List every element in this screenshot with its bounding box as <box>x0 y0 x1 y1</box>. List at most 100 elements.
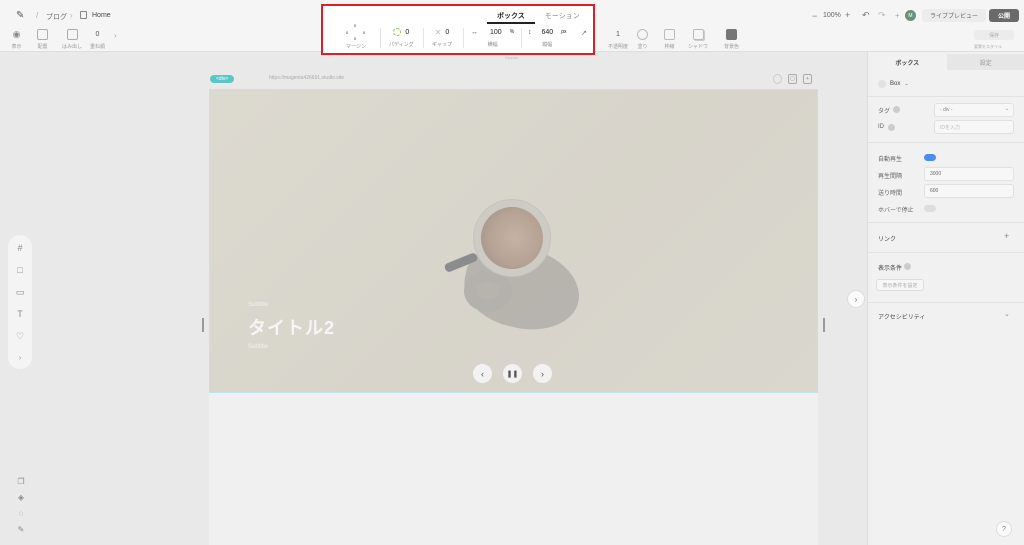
page-icon <box>80 11 87 19</box>
add-link-icon[interactable]: + <box>1004 231 1009 241</box>
shadow-label: シャドウ <box>688 44 709 50</box>
interval-input[interactable]: 3000 <box>924 167 1014 181</box>
background-color-control[interactable]: 背景色 <box>724 29 739 50</box>
add-page-icon[interactable]: + <box>803 74 812 84</box>
border-label: 枠線 <box>664 44 675 50</box>
chevron-right-icon[interactable]: › <box>14 351 26 365</box>
pen-icon[interactable]: ✎ <box>16 10 24 21</box>
height-unit[interactable]: px <box>561 29 566 35</box>
plus-icon[interactable]: + <box>895 11 900 20</box>
tab-settings[interactable]: 設定 <box>946 54 1024 70</box>
set-display-condition-button[interactable]: 表示条件を設定 <box>876 279 924 291</box>
frame-icon[interactable]: # <box>14 241 26 255</box>
border-icon <box>664 29 675 40</box>
pause-button[interactable]: ❚❚ <box>503 364 522 383</box>
layout-control[interactable]: 配置 <box>37 29 48 50</box>
shadow-control[interactable]: シャドウ <box>688 29 708 50</box>
tab-box[interactable]: ボックス <box>487 9 535 24</box>
z-index-control[interactable]: 0 重ね順 <box>90 29 105 50</box>
box-type-icon <box>878 80 886 88</box>
width-label: 横幅 <box>487 42 498 48</box>
height-control[interactable]: ↕ 640 px 縦幅 <box>528 26 566 49</box>
element-tag-badge[interactable]: <div> <box>210 75 235 83</box>
divider <box>868 222 1024 223</box>
zoom-out-icon[interactable]: − <box>812 11 817 21</box>
image-icon[interactable]: ▭ <box>14 285 26 299</box>
margin-right[interactable]: 0 <box>363 30 365 35</box>
id-input[interactable]: IDを入力 <box>934 120 1014 134</box>
element-type-selector[interactable]: Box ⌄ <box>878 80 909 88</box>
margin-control[interactable]: 0 0 0 0 マージン <box>345 23 367 50</box>
speed-input[interactable]: 600 <box>924 184 1014 198</box>
hover-stop-toggle[interactable] <box>924 205 936 212</box>
tab-motion[interactable]: モーション <box>535 9 590 24</box>
border-control[interactable]: 枠線 <box>664 29 675 50</box>
breadcrumb-blog[interactable]: ブログ <box>46 12 67 22</box>
padding-value[interactable]: 0 <box>405 29 409 36</box>
overflow-control[interactable]: はみ出し <box>62 29 82 50</box>
breadcrumb-home[interactable]: Home <box>92 12 111 19</box>
slide-subtitle-top[interactable]: Subtitle <box>248 302 268 308</box>
collapse-panel-button[interactable]: › <box>847 290 865 308</box>
help-button[interactable]: ? <box>996 521 1012 537</box>
comment-icon[interactable]: ◌ <box>16 508 27 519</box>
margin-left[interactable]: 0 <box>346 30 348 35</box>
vertical-arrows-icon: ↕ <box>528 28 532 36</box>
help-icon[interactable] <box>888 124 895 131</box>
color-swatch-icon <box>726 29 737 40</box>
prev-slide-button[interactable]: ‹ <box>473 364 492 383</box>
help-icon[interactable] <box>893 106 900 113</box>
chevron-down-icon[interactable]: ⌄ <box>1004 310 1010 318</box>
corner-radius-icon[interactable]: ↗ <box>581 29 587 37</box>
zoom-in-icon[interactable]: + <box>845 10 850 20</box>
padding-control[interactable]: 0 パディング <box>389 26 414 48</box>
heart-icon[interactable]: ♡ <box>14 329 26 343</box>
undo-icon[interactable]: ↶ <box>862 10 870 21</box>
pencil-icon[interactable]: ✎ <box>16 524 27 535</box>
slide-title[interactable]: タイトル2 <box>248 314 335 340</box>
publish-button[interactable]: 公開 <box>989 9 1019 22</box>
width-unit[interactable]: % <box>510 29 514 35</box>
live-preview-button[interactable]: ライブプレビュー <box>922 9 986 22</box>
resize-handle-right[interactable] <box>823 318 825 332</box>
accessibility-label[interactable]: アクセシビリティ <box>878 312 925 321</box>
height-value[interactable]: 640 <box>542 29 554 36</box>
device-icon[interactable]: ▢ <box>788 74 797 84</box>
autoplay-toggle[interactable] <box>924 154 936 161</box>
text-icon[interactable]: T <box>14 307 26 321</box>
circle-icon[interactable] <box>773 74 782 84</box>
pages-icon[interactable]: ❐ <box>16 476 27 487</box>
tag-select[interactable]: - div - ⌄ <box>934 103 1014 117</box>
site-url: https://magenta426691.studio.site <box>269 75 345 81</box>
avatar[interactable]: M <box>905 10 916 21</box>
canvas-below-section[interactable] <box>209 393 818 545</box>
gap-value[interactable]: 0 <box>445 29 449 36</box>
tab-box-properties[interactable]: ボックス <box>868 54 947 70</box>
box-icon[interactable]: □ <box>14 263 26 277</box>
fill-icon <box>637 29 648 40</box>
gap-icon: ✕ <box>434 27 442 37</box>
redo-icon[interactable]: ↷ <box>878 10 886 21</box>
design-canvas[interactable]: <div> https://magenta426691.studio.site … <box>209 55 818 545</box>
slide-subtitle-bottom[interactable]: Subtitle <box>248 344 268 350</box>
margin-top[interactable]: 0 <box>354 23 356 28</box>
interval-label: 再生間隔 <box>878 174 903 180</box>
autoplay-label: 自動再生 <box>878 157 903 163</box>
help-icon[interactable] <box>904 263 911 270</box>
layers-icon[interactable]: ◈ <box>16 492 27 503</box>
opacity-control[interactable]: 1 不透明度 <box>608 29 628 50</box>
save-button[interactable]: 保存 <box>974 30 1014 40</box>
width-control[interactable]: ↔ 100 % 横幅 <box>471 26 514 49</box>
next-slide-button[interactable]: › <box>533 364 552 383</box>
margin-bottom[interactable]: 0 <box>354 36 356 41</box>
gap-control[interactable]: ✕ 0 ギャップ <box>432 26 452 49</box>
dim-overlay <box>210 90 817 392</box>
width-value[interactable]: 100 <box>490 29 502 36</box>
hero-slider[interactable]: Subtitle タイトル2 Subtitle ‹ ❚❚ › <box>209 89 818 393</box>
height-value-row: ↕ 640 px <box>528 26 566 38</box>
visibility-control[interactable]: ◉ 表示 <box>11 29 22 50</box>
resize-handle-left[interactable] <box>202 318 204 332</box>
chevron-right-icon[interactable]: › <box>114 31 117 40</box>
zoom-level[interactable]: 100% <box>823 12 841 19</box>
fill-control[interactable]: 塗り <box>637 29 648 50</box>
